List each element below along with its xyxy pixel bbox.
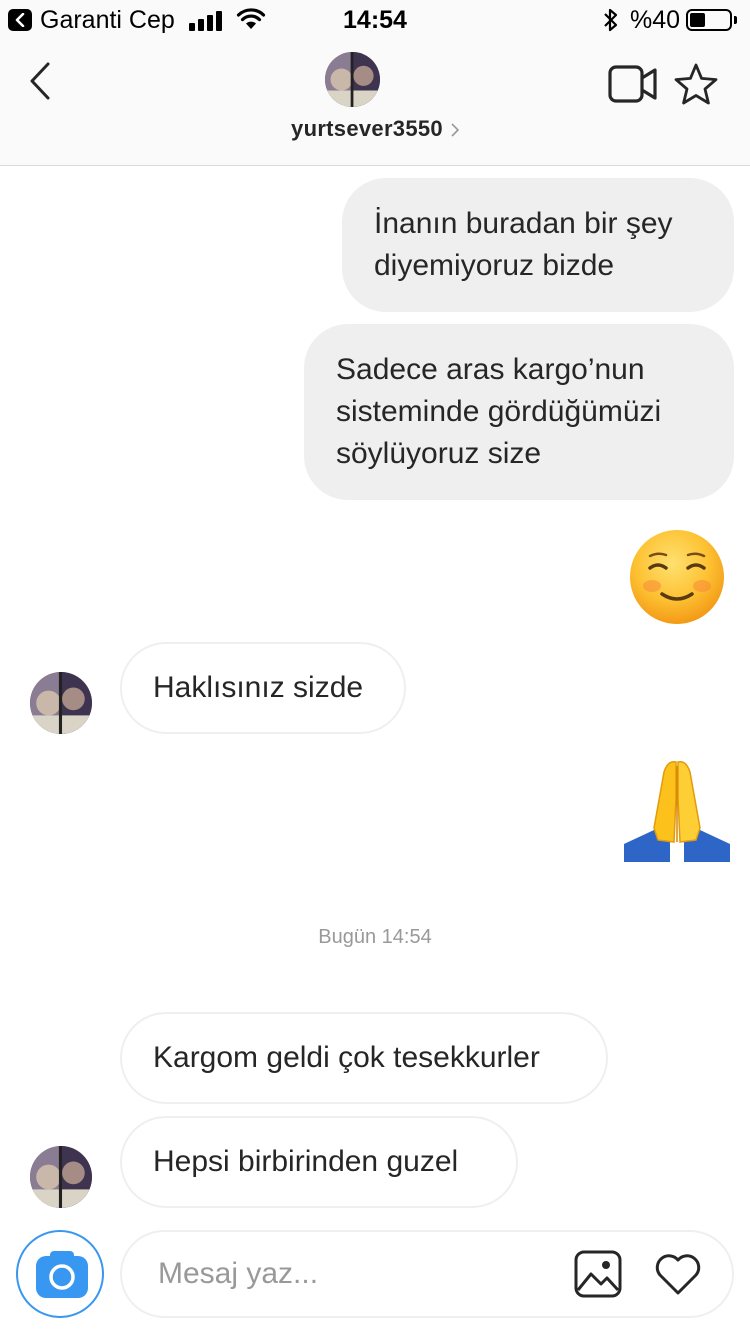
chat-username-row[interactable]: yurtsever3550 — [0, 116, 750, 142]
message-line: diyemiyoruz bizde — [374, 249, 615, 282]
smiling-face-emoji[interactable] — [628, 528, 726, 626]
battery-percent: %40 — [630, 6, 681, 34]
date-separator: Bugün 14:54 — [318, 926, 432, 948]
status-bar: Garanti Cep 14:54 %40 — [0, 0, 750, 40]
message-bubble-outgoing[interactable]: Sadece aras kargo’nun sisteminde gördüğü… — [304, 324, 734, 500]
message-bubble-incoming[interactable]: Hepsi birbirinden guzel — [120, 1116, 518, 1208]
message-bubble-incoming[interactable]: Haklısınız sizde — [120, 642, 406, 734]
chevron-right-icon — [451, 123, 459, 137]
message-line: İnanın buradan bir şey — [374, 207, 673, 240]
back-icon[interactable] — [24, 60, 60, 104]
message-line: sisteminde gördüğümüzi — [336, 395, 662, 428]
message-line: Sadece aras kargo’nun — [336, 353, 645, 386]
battery-icon — [686, 9, 732, 31]
sender-avatar[interactable] — [30, 1146, 92, 1208]
camera-icon — [36, 1251, 88, 1298]
chat-header: yurtsever3550 — [0, 40, 750, 166]
bluetooth-icon — [604, 8, 618, 32]
avatar[interactable] — [325, 52, 380, 107]
message-bubble-outgoing[interactable]: İnanın buradan bir şey diyemiyoruz bizde — [342, 178, 734, 312]
camera-button[interactable] — [16, 1230, 104, 1318]
message-input[interactable] — [158, 1254, 558, 1294]
heart-icon[interactable] — [654, 1252, 702, 1296]
message-text: Haklısınız sizde — [153, 671, 364, 704]
battery-level-fill — [690, 13, 705, 27]
message-composer[interactable] — [120, 1230, 734, 1318]
folded-hands-emoji[interactable] — [624, 758, 730, 862]
chat-username[interactable]: yurtsever3550 — [291, 116, 443, 141]
video-call-icon[interactable] — [608, 64, 658, 104]
message-text: Kargom geldi çok tesekkurler — [153, 1041, 540, 1074]
battery-nub — [734, 16, 737, 24]
message-line: söylüyoruz size — [336, 437, 542, 470]
star-icon[interactable] — [673, 62, 719, 106]
message-bubble-incoming[interactable]: Kargom geldi çok tesekkurler — [120, 1012, 608, 1104]
sender-avatar[interactable] — [30, 672, 92, 734]
gallery-icon[interactable] — [574, 1250, 622, 1298]
message-text: Hepsi birbirinden guzel — [153, 1145, 459, 1178]
